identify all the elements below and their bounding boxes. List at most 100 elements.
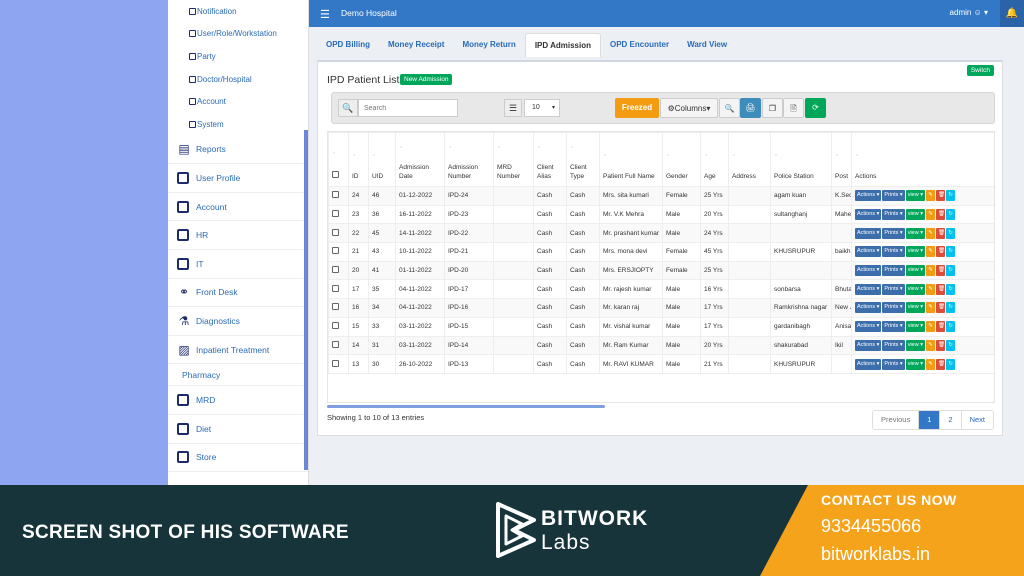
actions-dropdown-button[interactable]: Actions ▾ [855,283,882,295]
trash-icon[interactable]: 🗑 [936,265,946,277]
page-link[interactable]: 1 [919,411,941,429]
row-checkbox[interactable] [332,359,339,367]
sidebar-subitem[interactable]: User/Role/Workstation [168,23,308,46]
column-header[interactable]: ⌃ Gender [662,132,701,187]
patient-table-wrapper[interactable]: ⌃ ⌃ ID ⌃ UID ⌃ Admission Date ⌃ Admission Number… [327,131,995,403]
history-icon[interactable]: ↻ [946,321,956,333]
switch-button[interactable]: Switch [966,65,994,76]
sidebar-subitem[interactable]: Doctor/Hospital [168,68,308,91]
view-dropdown-button[interactable]: view ▾ [905,283,926,295]
row-checkbox[interactable] [332,247,339,255]
edit-icon[interactable]: ✎ [926,227,936,239]
prints-dropdown-button[interactable]: Prints ▾ [882,209,905,221]
row-checkbox[interactable] [332,303,339,311]
trash-icon[interactable]: 🗑 [936,190,946,202]
sidebar-subitem[interactable]: System [168,113,308,136]
tab-item[interactable]: Ward View [678,33,736,57]
row-checkbox[interactable] [332,228,339,236]
edit-icon[interactable]: ✎ [926,283,936,295]
column-header[interactable]: ⌃ ID [348,132,369,187]
print-icon[interactable]: 🖨 [740,98,761,118]
row-checkbox[interactable] [332,322,339,330]
sidebar-item[interactable]: ▤ Reports [168,136,308,165]
column-header[interactable]: ⌃ Admission Number [444,132,494,187]
history-icon[interactable]: ↻ [946,265,956,277]
prints-dropdown-button[interactable]: Prints ▾ [882,246,905,258]
history-icon[interactable]: ↻ [946,302,956,314]
sidebar-item[interactable]: MRD [168,386,308,415]
prints-dropdown-button[interactable]: Prints ▾ [882,358,905,370]
prints-dropdown-button[interactable]: Prints ▾ [882,283,905,295]
trash-icon[interactable]: 🗑 [936,358,946,370]
view-dropdown-button[interactable]: view ▾ [905,209,926,221]
history-icon[interactable]: ↻ [946,190,956,202]
column-header[interactable]: ⌃ Client Alias [533,132,567,187]
view-dropdown-button[interactable]: view ▾ [905,302,926,314]
hamburger-menu-icon[interactable]: ☰ [320,8,330,21]
sidebar-item[interactable]: ⚭ Front Desk [168,279,308,308]
sidebar-subitem[interactable]: Notification [168,0,308,23]
column-header[interactable]: ⌃ Admission Date [395,132,445,187]
column-header[interactable]: ⌃ Client Type [566,132,600,187]
sidebar-scrollbar[interactable] [304,130,308,470]
page-link[interactable]: 2 [940,411,962,429]
trash-icon[interactable]: 🗑 [936,283,946,295]
edit-icon[interactable]: ✎ [926,339,936,351]
actions-dropdown-button[interactable]: Actions ▾ [855,339,882,351]
bell-icon[interactable]: 🔔 [1000,0,1024,27]
copy-icon[interactable]: ❐ [762,98,783,118]
column-header[interactable]: ⌃ Actions [851,132,994,187]
trash-icon[interactable]: 🗑 [936,246,946,258]
column-header[interactable]: ⌃ MRD Number [493,132,534,187]
column-header[interactable]: ⌃ Police Station [770,132,832,187]
trash-icon[interactable]: 🗑 [936,209,946,221]
actions-dropdown-button[interactable]: Actions ▾ [855,209,882,221]
tab-item[interactable]: OPD Billing [317,33,379,57]
sidebar-item[interactable]: Account [168,193,308,222]
trash-icon[interactable]: 🗑 [936,339,946,351]
trash-icon[interactable]: 🗑 [936,321,946,333]
history-icon[interactable]: ↻ [946,358,956,370]
sidebar-item[interactable]: IT [168,250,308,279]
prints-dropdown-button[interactable]: Prints ▾ [882,302,905,314]
history-icon[interactable]: ↻ [946,283,956,295]
view-dropdown-button[interactable]: view ▾ [905,339,926,351]
actions-dropdown-button[interactable]: Actions ▾ [855,265,882,277]
trash-icon[interactable]: 🗑 [936,302,946,314]
page-link[interactable]: Previous [873,411,920,429]
actions-dropdown-button[interactable]: Actions ▾ [855,302,882,314]
tab-item[interactable]: OPD Encounter [601,33,678,57]
edit-icon[interactable]: ✎ [926,302,936,314]
edit-icon[interactable]: ✎ [926,190,936,202]
page-size-select[interactable]: 10 ▾ [524,99,560,117]
tab-item[interactable]: Money Return [453,33,524,57]
actions-dropdown-button[interactable]: Actions ▾ [855,246,882,258]
sidebar-subitem[interactable]: Party [168,45,308,68]
freezed-button[interactable]: Freezed [615,98,659,118]
view-dropdown-button[interactable]: view ▾ [905,265,926,277]
edit-icon[interactable]: ✎ [926,209,936,221]
columns-button[interactable]: ⚙Columns▾ [660,98,718,118]
tab-item[interactable]: Money Receipt [379,33,453,57]
actions-dropdown-button[interactable]: Actions ▾ [855,227,882,239]
sidebar-item-pharmacy[interactable]: Pharmacy [168,364,308,387]
prints-dropdown-button[interactable]: Prints ▾ [882,227,905,239]
view-dropdown-button[interactable]: view ▾ [905,321,926,333]
page-link[interactable]: Next [961,411,993,429]
edit-icon[interactable]: ✎ [926,246,936,258]
view-dropdown-button[interactable]: view ▾ [905,358,926,370]
column-header[interactable]: ⌃ Post [831,132,852,187]
actions-dropdown-button[interactable]: Actions ▾ [855,190,882,202]
search-button[interactable]: 🔍 [719,98,740,118]
horizontal-scrollbar[interactable] [327,405,605,408]
prints-dropdown-button[interactable]: Prints ▾ [882,190,905,202]
view-dropdown-button[interactable]: view ▾ [905,246,926,258]
column-header[interactable]: ⌃ Address [728,132,771,187]
excel-icon[interactable]: 🗎 [783,98,804,118]
history-icon[interactable]: ↻ [946,339,956,351]
history-icon[interactable]: ↻ [946,209,956,221]
sidebar-item[interactable]: User Profile [168,164,308,193]
history-icon[interactable]: ↻ [946,246,956,258]
column-header[interactable]: ⌃ Patient Full Name [599,132,663,187]
sidebar-item[interactable]: ⚗ Diagnostics [168,307,308,336]
